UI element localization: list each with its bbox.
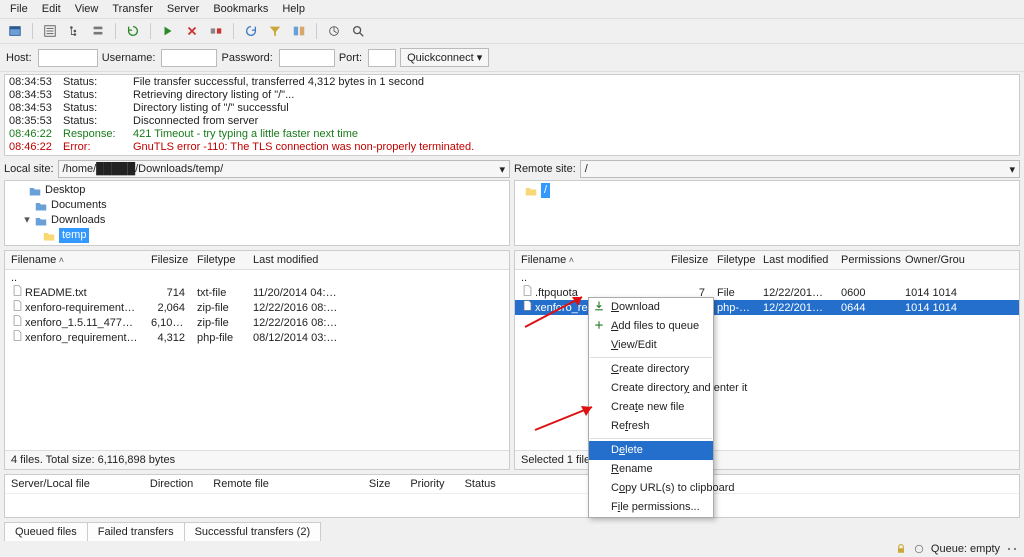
transfer-queue: Server/Local file Direction Remote file … <box>4 474 1020 518</box>
ctx-create-dir-enter[interactable]: Create directory and enter it <box>589 379 713 398</box>
search-icon[interactable] <box>349 22 367 40</box>
menu-edit[interactable]: Edit <box>42 3 61 15</box>
menu-bar: File Edit View Transfer Server Bookmarks… <box>0 0 1024 19</box>
queue-label: Queue: empty <box>931 543 1000 555</box>
menu-file[interactable]: File <box>10 3 28 15</box>
site-manager-icon[interactable] <box>6 22 24 40</box>
queue-tabs: Queued files Failed transfers Successful… <box>4 522 1020 541</box>
menu-server[interactable]: Server <box>167 3 199 15</box>
menu-help[interactable]: Help <box>282 3 305 15</box>
col-filename[interactable]: Filename <box>5 254 145 266</box>
host-input[interactable] <box>38 49 98 67</box>
toggle-log-icon[interactable] <box>41 22 59 40</box>
disconnect-icon[interactable] <box>207 22 225 40</box>
list-item[interactable]: .. <box>515 271 1019 285</box>
toggle-queue-icon[interactable] <box>89 22 107 40</box>
indicator-icon <box>913 543 925 555</box>
chevron-down-icon: ▾ <box>1009 163 1015 176</box>
list-item[interactable]: .. <box>5 271 509 285</box>
quickconnect-button[interactable]: Quickconnect▾ <box>400 48 489 67</box>
local-file-list[interactable]: Filename Filesize Filetype Last modified… <box>4 250 510 470</box>
port-input[interactable] <box>368 49 396 67</box>
col-filetype[interactable]: Filetype <box>191 254 247 266</box>
password-label: Password: <box>221 52 272 64</box>
col-size[interactable]: Size <box>369 478 390 490</box>
col-owner[interactable]: Owner/Grou <box>899 254 969 266</box>
context-menu: Download Add files to queue View/Edit Cr… <box>588 297 714 518</box>
col-filesize[interactable]: Filesize <box>665 254 711 266</box>
quickconnect-bar: Host: Username: Password: Port: Quickcon… <box>0 44 1024 72</box>
col-modified[interactable]: Last modified <box>247 254 347 266</box>
local-pane: Local site: /home/█████/Downloads/temp/▾… <box>4 160 510 470</box>
tab-failed[interactable]: Failed transfers <box>88 522 185 541</box>
col-permissions[interactable]: Permissions <box>835 254 899 266</box>
ctx-view-edit[interactable]: View/Edit <box>589 336 713 355</box>
ctx-add-queue[interactable]: Add files to queue <box>589 317 713 336</box>
remote-site-label: Remote site: <box>514 163 576 175</box>
col-modified[interactable]: Last modified <box>757 254 835 266</box>
host-label: Host: <box>6 52 32 64</box>
col-remote-file[interactable]: Remote file <box>213 478 269 490</box>
port-label: Port: <box>339 52 362 64</box>
refresh-icon[interactable] <box>124 22 142 40</box>
remote-site-select[interactable]: /▾ <box>580 160 1020 178</box>
ctx-copy-url[interactable]: Copy URL(s) to clipboard <box>589 479 713 498</box>
local-tree[interactable]: Desktop Documents ▾Downloads temp <box>4 180 510 246</box>
col-status[interactable]: Status <box>465 478 496 490</box>
toolbar <box>0 19 1024 44</box>
ctx-download[interactable]: Download <box>589 298 713 317</box>
list-item[interactable]: xenforo-requirements-test.zip2,064zip-fi… <box>5 300 509 315</box>
sync-browse-icon[interactable] <box>325 22 343 40</box>
list-item[interactable]: README.txt714txt-file11/20/2014 04:… <box>5 285 509 300</box>
menu-bookmarks[interactable]: Bookmarks <box>213 3 268 15</box>
reconnect-icon[interactable] <box>242 22 260 40</box>
col-direction[interactable]: Direction <box>150 478 193 490</box>
col-filename[interactable]: Filename <box>515 254 665 266</box>
remote-tree[interactable]: / <box>514 180 1020 246</box>
col-filesize[interactable]: Filesize <box>145 254 191 266</box>
username-input[interactable] <box>161 49 217 67</box>
indicator-dots-icon <box>1006 543 1018 555</box>
toggle-tree-icon[interactable] <box>65 22 83 40</box>
process-queue-icon[interactable] <box>159 22 177 40</box>
local-site-select[interactable]: /home/█████/Downloads/temp/▾ <box>58 160 510 178</box>
ctx-refresh[interactable]: Refresh <box>589 417 713 436</box>
status-bar: Queue: empty <box>895 541 1018 557</box>
local-status: 4 files. Total size: 6,116,898 bytes <box>5 450 509 469</box>
compare-icon[interactable] <box>290 22 308 40</box>
list-item[interactable]: xenforo_1.5.11_477AED49F3..f…6,109,808zi… <box>5 315 509 330</box>
ctx-file-permissions[interactable]: File permissions... <box>589 498 713 517</box>
col-server-local[interactable]: Server/Local file <box>11 478 90 490</box>
lock-icon <box>895 543 907 555</box>
ctx-rename[interactable]: Rename <box>589 460 713 479</box>
username-label: Username: <box>102 52 156 64</box>
tab-successful[interactable]: Successful transfers (2) <box>185 522 322 541</box>
message-log: 08:34:53Status:File transfer successful,… <box>4 74 1020 156</box>
chevron-down-icon: ▾ <box>477 51 483 64</box>
password-input[interactable] <box>279 49 335 67</box>
tab-queued[interactable]: Queued files <box>4 522 88 541</box>
ctx-create-file[interactable]: Create new file <box>589 398 713 417</box>
ctx-create-dir[interactable]: Create directory <box>589 360 713 379</box>
col-priority[interactable]: Priority <box>410 478 444 490</box>
ctx-delete[interactable]: Delete <box>589 441 713 460</box>
chevron-down-icon: ▾ <box>499 163 505 176</box>
cancel-icon[interactable] <box>183 22 201 40</box>
filter-icon[interactable] <box>266 22 284 40</box>
col-filetype[interactable]: Filetype <box>711 254 757 266</box>
local-site-label: Local site: <box>4 163 54 175</box>
menu-transfer[interactable]: Transfer <box>112 3 153 15</box>
list-item[interactable]: xenforo_requirements.php4,312php-file08/… <box>5 330 509 345</box>
menu-view[interactable]: View <box>75 3 99 15</box>
